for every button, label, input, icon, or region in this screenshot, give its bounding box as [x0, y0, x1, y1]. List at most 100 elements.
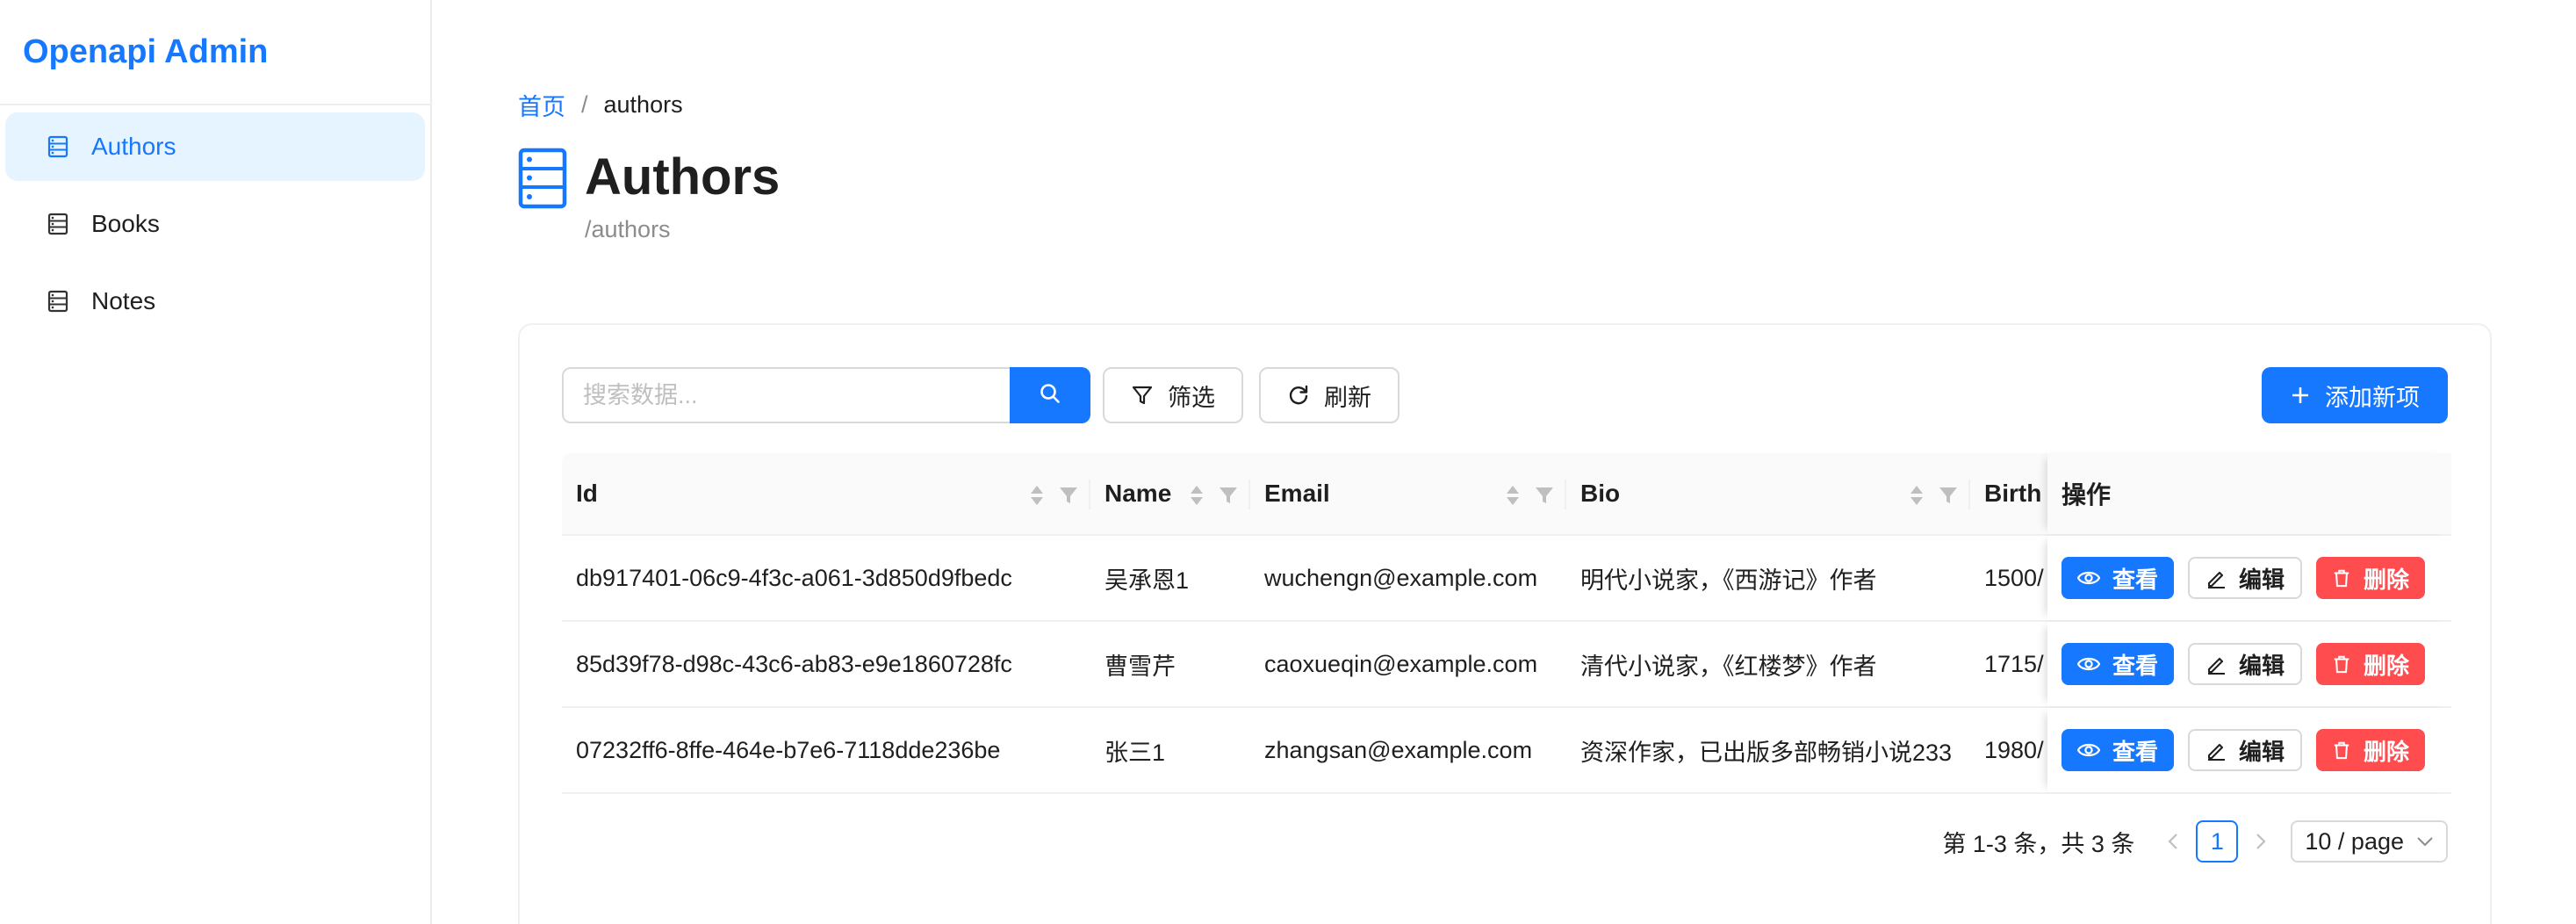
page-header: Authors /authors	[518, 148, 780, 243]
cell-actions: 查看 编辑 删除	[2047, 708, 2451, 792]
authors-table: Id Name Email Bio Birth 操作 db917401-06c9…	[562, 453, 2451, 794]
view-label: 查看	[2112, 738, 2159, 765]
cell-email: wuchengn@example.com	[1264, 564, 1538, 591]
pagination-total: 第 1-3 条，共 3 条	[1942, 830, 2135, 857]
cell-birth: 1980/	[1984, 736, 2044, 763]
sidebar-item-label: Books	[91, 210, 160, 237]
eye-icon	[2077, 741, 2100, 759]
next-page-button[interactable]	[2243, 832, 2278, 851]
app-title[interactable]: Openapi Admin	[0, 0, 430, 105]
sort-icon[interactable]	[1029, 483, 1045, 508]
prev-page-button[interactable]	[2155, 832, 2191, 851]
column-title: Id	[576, 480, 598, 507]
cell-actions: 查看 编辑 删除	[2047, 622, 2451, 706]
pagination: 第 1-3 条，共 3 条 1 10 / page	[1942, 820, 2448, 863]
breadcrumb-home-link[interactable]: 首页	[518, 88, 565, 122]
column-header-birth[interactable]: Birth	[1970, 453, 2047, 534]
filter-icon[interactable]	[1939, 486, 1958, 505]
delete-button[interactable]: 删除	[2316, 729, 2426, 771]
cell-id: 07232ff6-8ffe-464e-b7e6-7118dde236be	[576, 736, 1001, 763]
edit-button[interactable]: 编辑	[2188, 729, 2303, 771]
sidebar: Openapi Admin Authors Books Notes	[0, 0, 432, 924]
view-button[interactable]: 查看	[2062, 643, 2175, 685]
sidebar-item-books[interactable]: Books	[5, 190, 425, 258]
column-title: Name	[1105, 480, 1172, 507]
sidebar-item-label: Authors	[91, 133, 176, 160]
eye-icon	[2077, 655, 2100, 673]
delete-button[interactable]: 删除	[2316, 557, 2426, 599]
column-title: 操作	[2062, 481, 2112, 509]
database-icon	[46, 289, 70, 314]
refresh-icon	[1287, 384, 1310, 407]
sidebar-item-authors[interactable]: Authors	[5, 112, 425, 181]
data-card: 筛选 刷新 添加新项 Id	[518, 323, 2492, 924]
edit-button[interactable]: 编辑	[2188, 643, 2303, 685]
trash-icon	[2332, 740, 2351, 761]
cell-email: caoxueqin@example.com	[1264, 650, 1538, 677]
sidebar-item-label: Notes	[91, 287, 156, 314]
sort-icon[interactable]	[1189, 483, 1205, 508]
refresh-button[interactable]: 刷新	[1259, 367, 1400, 423]
cell-id: 85d39f78-d98c-43c6-ab83-e9e1860728fc	[576, 650, 1012, 677]
main-content: 首页 / authors Authors /authors 搜索数据... 筛选…	[434, 0, 2576, 924]
search-button[interactable]	[1010, 367, 1090, 423]
toolbar: 筛选 刷新 添加新项	[562, 367, 2448, 425]
cell-name: 吴承恩1	[1105, 567, 1190, 594]
edit-button[interactable]: 编辑	[2188, 557, 2303, 599]
cell-bio: 清代小说家，《红楼梦》作者	[1580, 653, 1877, 680]
filter-label: 筛选	[1168, 384, 1215, 411]
view-button[interactable]: 查看	[2062, 557, 2175, 599]
filter-icon[interactable]	[1219, 486, 1238, 505]
page-number-button[interactable]: 1	[2196, 820, 2239, 863]
filter-icon[interactable]	[1535, 486, 1554, 505]
table-row: db917401-06c9-4f3c-a061-3d850d9fbedc 吴承恩…	[562, 536, 2451, 622]
column-header-name[interactable]: Name	[1090, 453, 1250, 534]
table-header: Id Name Email Bio Birth 操作	[562, 453, 2451, 536]
cell-bio: 明代小说家，《西游记》作者	[1580, 567, 1877, 594]
column-header-bio[interactable]: Bio	[1566, 453, 1970, 534]
search-input[interactable]	[562, 367, 1010, 423]
edit-label: 编辑	[2239, 738, 2285, 765]
database-icon	[518, 148, 567, 209]
cell-actions: 查看 编辑 删除	[2047, 536, 2451, 620]
pencil-icon	[2205, 653, 2227, 675]
column-header-id[interactable]: Id	[562, 453, 1090, 534]
search-group	[562, 367, 1090, 423]
cell-id: db917401-06c9-4f3c-a061-3d850d9fbedc	[576, 564, 1012, 591]
filter-icon[interactable]	[1059, 486, 1078, 505]
sort-icon[interactable]	[1909, 483, 1925, 508]
cell-bio: 资深作家，已出版多部畅销小说233	[1580, 739, 1953, 766]
view-label: 查看	[2112, 566, 2159, 593]
refresh-label: 刷新	[1324, 384, 1371, 411]
breadcrumb: 首页 / authors	[518, 88, 683, 122]
sidebar-menu: Authors Books Notes	[0, 105, 430, 351]
view-button[interactable]: 查看	[2062, 729, 2175, 771]
add-item-button[interactable]: 添加新项	[2262, 367, 2448, 423]
cell-email: zhangsan@example.com	[1264, 736, 1533, 763]
page-subtitle: /authors	[585, 216, 671, 242]
database-icon	[46, 212, 70, 236]
page-title: Authors	[585, 148, 781, 206]
table-row: 07232ff6-8ffe-464e-b7e6-7118dde236be 张三1…	[562, 708, 2451, 794]
breadcrumb-current: authors	[603, 91, 683, 118]
table-row: 85d39f78-d98c-43c6-ab83-e9e1860728fc 曹雪芹…	[562, 622, 2451, 708]
column-title: Birth	[1984, 480, 2042, 507]
edit-label: 编辑	[2239, 566, 2285, 593]
page-size-select[interactable]: 10 / page	[2291, 820, 2448, 863]
sidebar-item-notes[interactable]: Notes	[5, 267, 425, 336]
chevron-down-icon	[2416, 836, 2434, 847]
delete-label: 删除	[2364, 652, 2410, 679]
filter-button[interactable]: 筛选	[1103, 367, 1243, 423]
column-title: Bio	[1580, 480, 1621, 507]
trash-icon	[2332, 567, 2351, 588]
chevron-right-icon	[2256, 834, 2266, 849]
view-label: 查看	[2112, 652, 2159, 679]
cell-name: 张三1	[1105, 739, 1166, 766]
column-header-actions: 操作	[2047, 453, 2451, 534]
delete-button[interactable]: 删除	[2316, 643, 2426, 685]
sort-icon[interactable]	[1505, 483, 1521, 508]
breadcrumb-separator: /	[581, 91, 588, 118]
column-header-email[interactable]: Email	[1250, 453, 1566, 534]
filter-icon	[1131, 384, 1154, 407]
column-title: Email	[1264, 480, 1330, 507]
